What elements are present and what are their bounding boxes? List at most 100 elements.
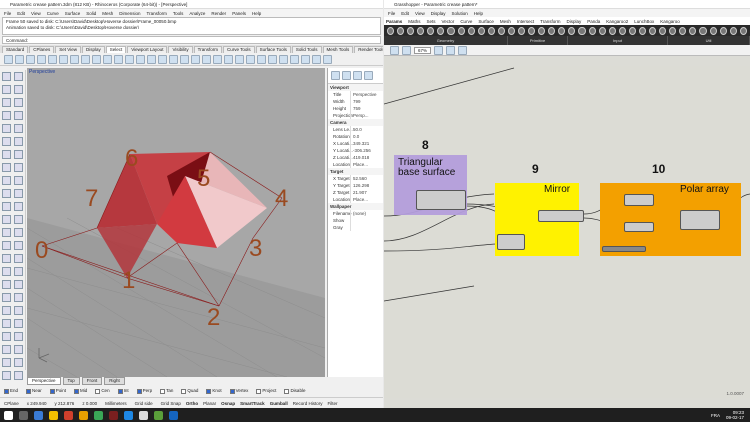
gh-category-tab[interactable]: Params: [386, 19, 402, 24]
component-icon[interactable]: [739, 26, 747, 35]
tool-icon[interactable]: [2, 332, 11, 341]
osnap-cen[interactable]: Cen: [95, 388, 110, 394]
rhino-menu-item[interactable]: Edit: [17, 11, 25, 16]
toolbar-button-icon[interactable]: [125, 55, 134, 64]
osnap-point[interactable]: Point: [49, 388, 66, 394]
tool-icon[interactable]: [14, 111, 23, 120]
toolbar-button-icon[interactable]: [26, 55, 35, 64]
edge-icon[interactable]: [34, 410, 43, 420]
component-icon[interactable]: [497, 26, 505, 35]
component-mirror[interactable]: [538, 210, 584, 222]
toolbar-button-icon[interactable]: [158, 55, 167, 64]
tool-icon[interactable]: [2, 228, 11, 237]
component-icon[interactable]: [588, 26, 596, 35]
tool-icon[interactable]: [14, 202, 23, 211]
component-icon[interactable]: [427, 26, 435, 35]
rhino-menu-item[interactable]: Mesh: [102, 11, 113, 16]
tool-icon[interactable]: [2, 189, 11, 198]
tool-icon[interactable]: [14, 228, 23, 237]
tool-icon[interactable]: [14, 163, 23, 172]
component-icon[interactable]: [568, 26, 576, 35]
rhino-menu-item[interactable]: Help: [252, 11, 261, 16]
toolbar-button-icon[interactable]: [81, 55, 90, 64]
component-angle[interactable]: [624, 222, 654, 232]
toolbar-button-icon[interactable]: [48, 55, 57, 64]
rhino-menu-item[interactable]: Transform: [147, 11, 167, 16]
osnap-checkbox[interactable]: [206, 388, 212, 394]
prop-row[interactable]: Location Place...: [328, 196, 383, 203]
properties-icon[interactable]: [331, 71, 340, 80]
gh-category-tab[interactable]: Transform: [540, 19, 560, 24]
component-plane[interactable]: [497, 234, 525, 250]
osnap-tan[interactable]: Tan: [160, 388, 173, 394]
tool-icon[interactable]: [14, 189, 23, 198]
tool-icon[interactable]: [14, 293, 23, 302]
toolbar-tab[interactable]: Select: [105, 46, 127, 53]
zoom-field[interactable]: 67%: [414, 46, 432, 54]
prop-value[interactable]: 50.0: [350, 126, 383, 133]
gh-menu-item[interactable]: Help: [474, 11, 483, 16]
tool-icon[interactable]: [2, 254, 11, 263]
clock[interactable]: 09:23 09-02-17: [726, 410, 744, 420]
component-icon[interactable]: [618, 26, 626, 35]
component-icon[interactable]: [669, 26, 677, 35]
component-polar-array[interactable]: [680, 210, 720, 230]
viewport-tab[interactable]: Front: [81, 377, 103, 385]
component-icon[interactable]: [679, 26, 687, 35]
number-slider[interactable]: [602, 246, 646, 252]
toolbar-button-icon[interactable]: [323, 55, 332, 64]
prop-value[interactable]: (none): [350, 210, 383, 217]
tool-icon[interactable]: [14, 280, 23, 289]
component-icon[interactable]: [719, 26, 727, 35]
status-toggle[interactable]: Grid Snap: [161, 401, 181, 406]
tool-icon[interactable]: [2, 176, 11, 185]
firefox-icon[interactable]: [79, 410, 88, 420]
osnap-checkbox[interactable]: [74, 388, 80, 394]
prop-value[interactable]: Perspective: [350, 91, 383, 98]
gh-category-tab[interactable]: Vector: [442, 19, 455, 24]
tool-icon[interactable]: [14, 215, 23, 224]
gh-category-tab[interactable]: Curve: [460, 19, 472, 24]
toolbar-button-icon[interactable]: [246, 55, 255, 64]
gh-menu-item[interactable]: Edit: [401, 11, 409, 16]
prop-row[interactable]: X Locati... 349.321: [328, 140, 383, 147]
osnap-perp[interactable]: Perp: [136, 388, 152, 394]
toolbar-button-icon[interactable]: [4, 55, 13, 64]
tool-icon[interactable]: [2, 85, 11, 94]
gh-category-tab[interactable]: Kangaroo2: [606, 19, 628, 24]
osnap-mid[interactable]: Mid: [74, 388, 87, 394]
preview-icon[interactable]: [458, 45, 468, 55]
prop-row[interactable]: X Target 52.560: [328, 175, 383, 182]
osnap-checkbox[interactable]: [4, 388, 9, 394]
tool-icon[interactable]: [14, 345, 23, 354]
component-icon[interactable]: [729, 26, 737, 35]
tool-icon[interactable]: [14, 306, 23, 315]
toolbar-button-icon[interactable]: [257, 55, 266, 64]
tool-icon[interactable]: [14, 267, 23, 276]
toolbar-tab[interactable]: Standard: [2, 46, 29, 53]
gh-subcategory[interactable]: Primitive: [508, 36, 568, 45]
tool-icon[interactable]: [14, 72, 23, 81]
toolbar-button-icon[interactable]: [92, 55, 101, 64]
tool-icon[interactable]: [2, 306, 11, 315]
toolbar-tab[interactable]: Mesh Tools: [322, 46, 354, 53]
prop-row[interactable]: Filename (none): [328, 210, 383, 217]
prop-row[interactable]: Height 759: [328, 105, 383, 112]
explorer-icon[interactable]: [49, 410, 58, 420]
component-icon[interactable]: [507, 26, 516, 35]
status-toggle[interactable]: Gumball: [270, 401, 288, 406]
rhino-menu-item[interactable]: Panels: [232, 11, 246, 16]
osnap-checkbox[interactable]: [160, 388, 166, 394]
gh-menu-item[interactable]: Solution: [451, 11, 467, 16]
tool-icon[interactable]: [2, 319, 11, 328]
component-icon[interactable]: [709, 26, 717, 35]
viewport-tab[interactable]: Right: [104, 377, 125, 385]
component-icon[interactable]: [649, 26, 657, 35]
rhino-taskbar-icon[interactable]: [139, 410, 148, 420]
prop-value[interactable]: [350, 224, 383, 231]
tool-icon[interactable]: [2, 267, 11, 276]
tool-icon[interactable]: [14, 332, 23, 341]
toolbar-button-icon[interactable]: [114, 55, 123, 64]
osnap-checkbox[interactable]: [136, 388, 142, 394]
prop-value[interactable]: 799: [350, 98, 383, 105]
